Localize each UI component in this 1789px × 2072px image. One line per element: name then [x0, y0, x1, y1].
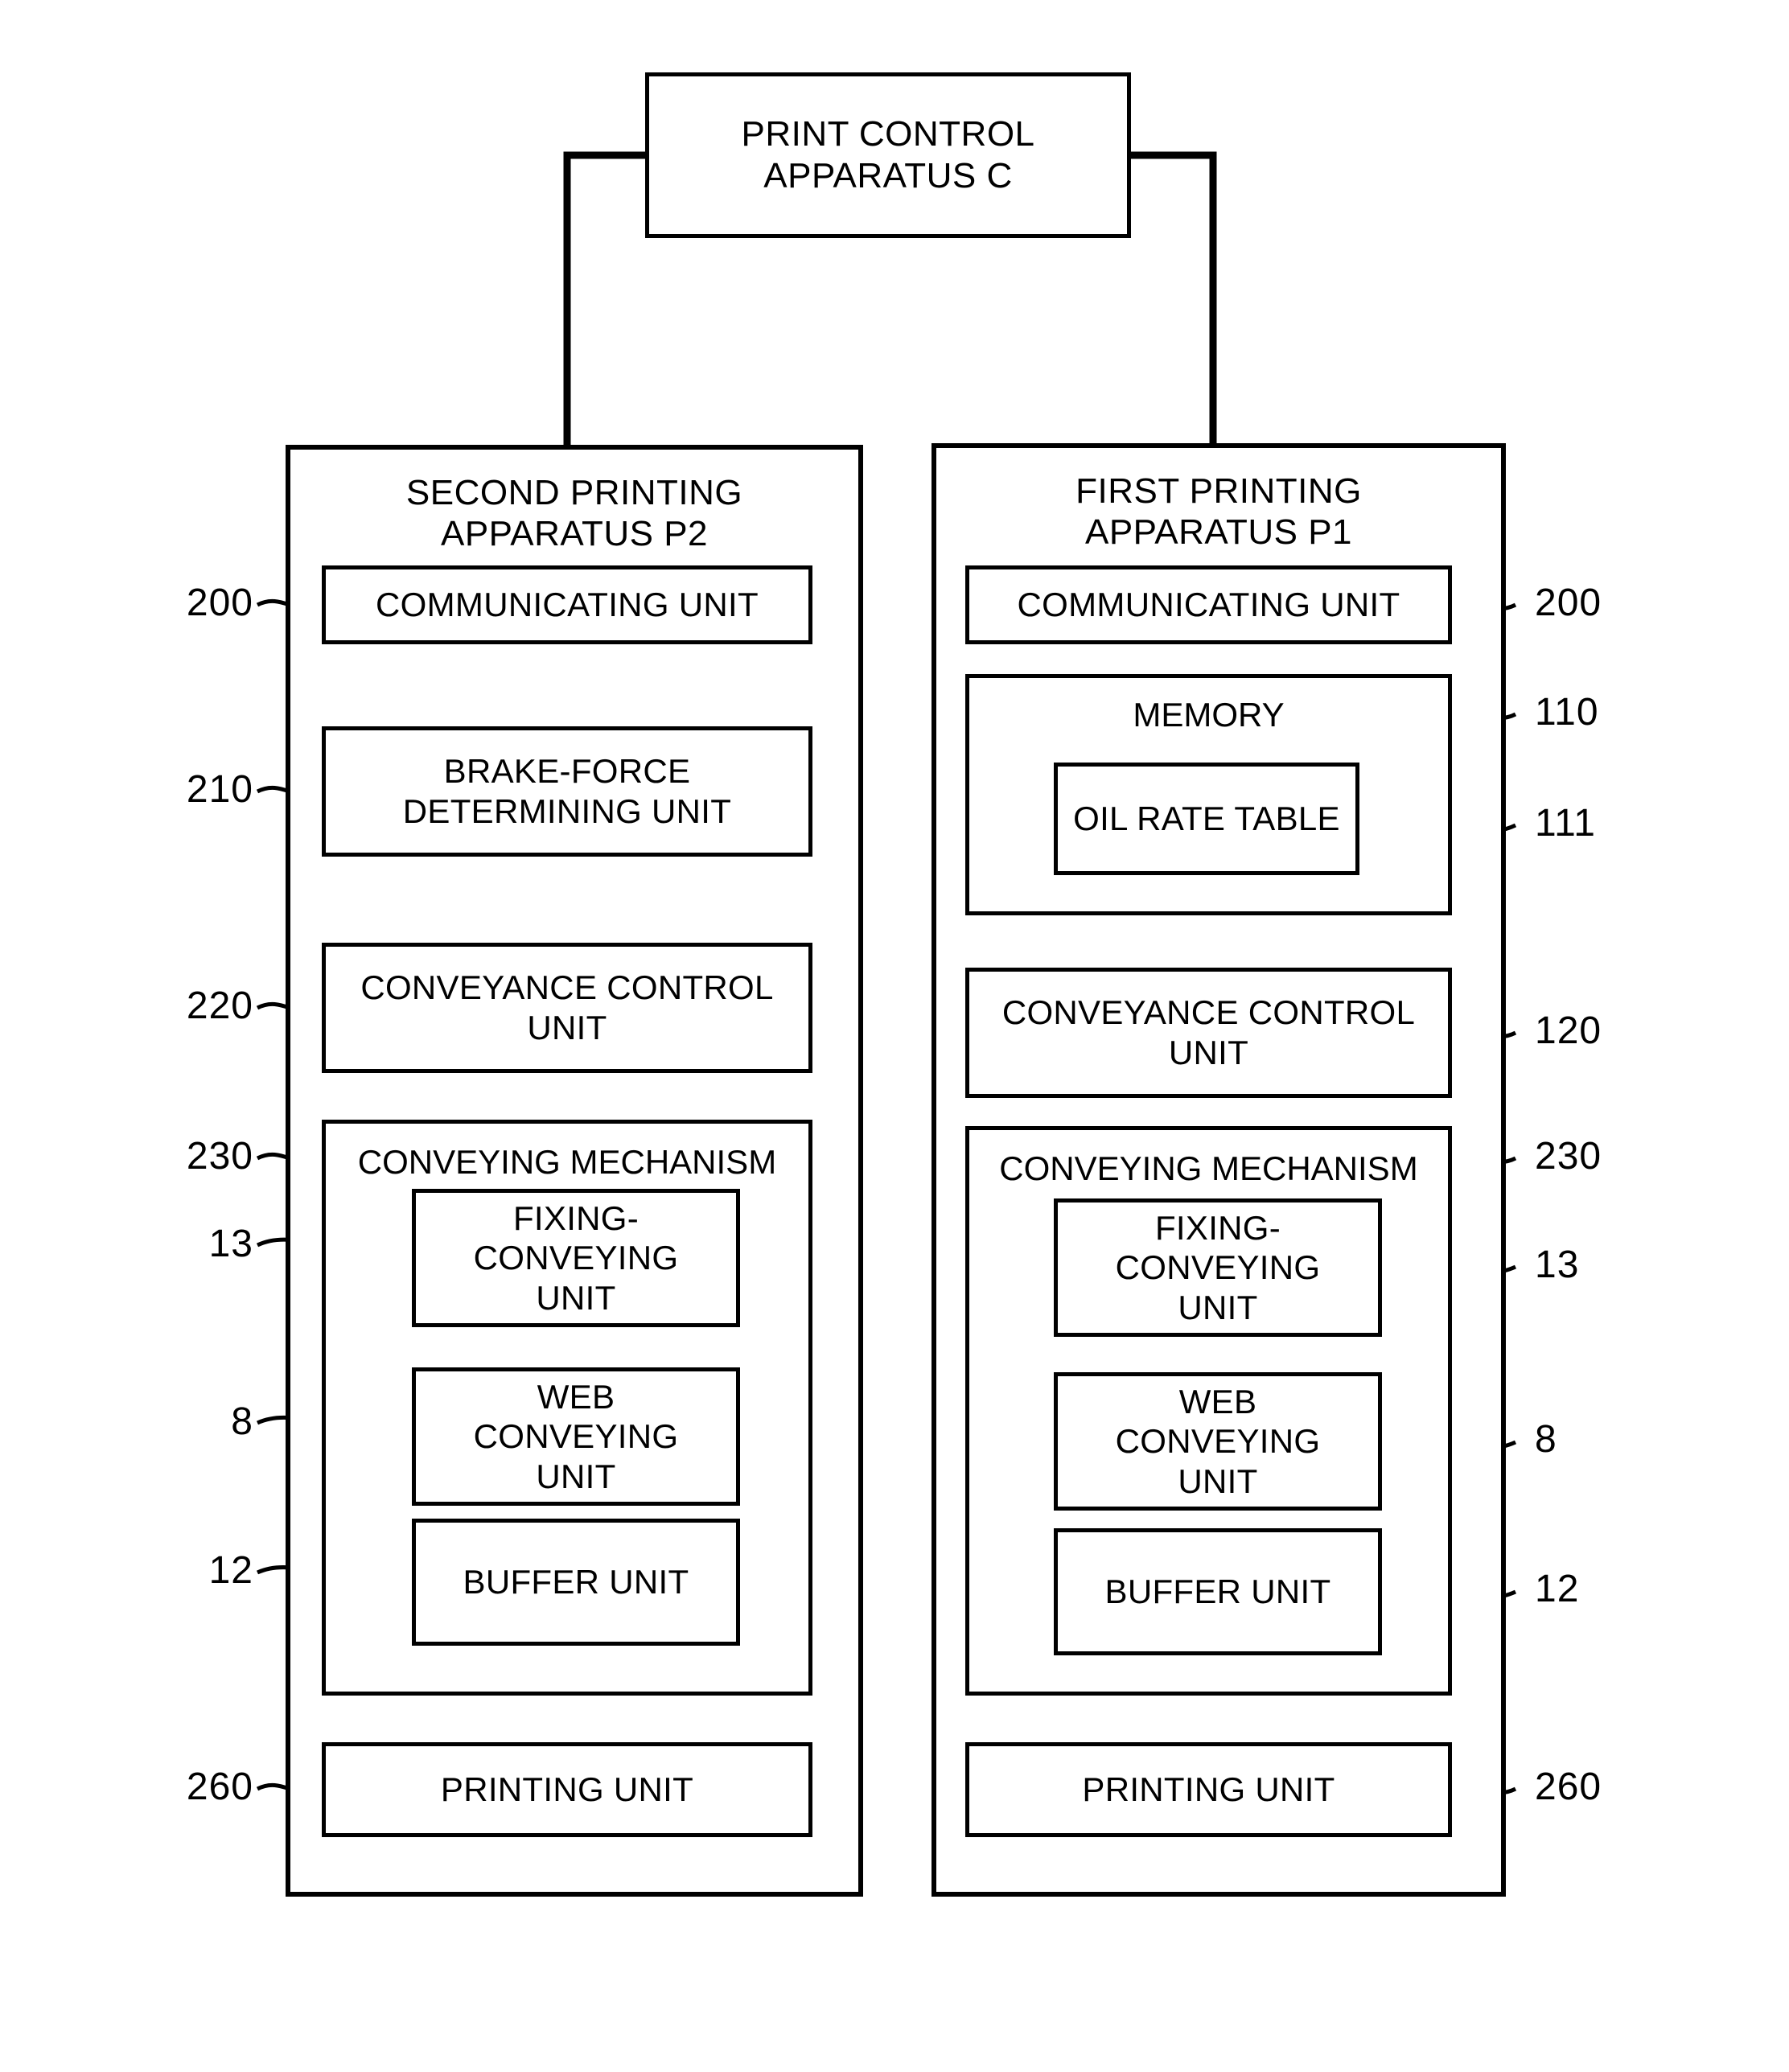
second-fixing-line2: CONVEYING — [473, 1239, 679, 1277]
first-printing-unit-box[interactable]: PRINTING UNIT — [965, 1742, 1452, 1837]
first-conveyance-line1: CONVEYANCE CONTROL — [1001, 993, 1416, 1032]
patent-figure: PRINT CONTROL APPARATUS C SECOND PRINTIN… — [0, 0, 1789, 2072]
ref-12-first: 12 — [1535, 1568, 1580, 1610]
ref-200-first: 200 — [1535, 582, 1602, 624]
first-conveyance-line2: UNIT — [1168, 1034, 1249, 1071]
second-web-line2: CONVEYING — [473, 1417, 679, 1456]
ref-210-second: 210 — [186, 768, 253, 811]
ref-8-first: 8 — [1535, 1418, 1557, 1461]
first-web-line2: CONVEYING — [1115, 1422, 1321, 1461]
second-conveyance-control-unit-box[interactable]: CONVEYANCE CONTROL UNIT — [322, 943, 812, 1073]
second-communicating-unit-box[interactable]: COMMUNICATING UNIT — [322, 565, 812, 644]
panel-first-printing-apparatus-title: FIRST PRINTING APPARATUS P1 — [936, 471, 1501, 553]
connector-top-to-second-apparatus — [563, 151, 645, 447]
second-fixing-line3: UNIT — [536, 1278, 616, 1317]
first-fixing-line3: UNIT — [1178, 1288, 1258, 1326]
ref-260-second: 260 — [186, 1766, 253, 1808]
second-fixing-line1: FIXING- — [512, 1198, 640, 1237]
panel-title-line1: SECOND PRINTING — [405, 473, 743, 512]
second-web-line3: UNIT — [536, 1457, 616, 1495]
second-conveying-mechanism-label: CONVEYING MECHANISM — [357, 1143, 777, 1181]
first-web-line1: WEB — [1178, 1382, 1257, 1420]
ref-13-first: 13 — [1535, 1244, 1580, 1286]
ref-13-second: 13 — [208, 1223, 253, 1265]
first-buffer-unit-box[interactable]: BUFFER UNIT — [1054, 1528, 1382, 1655]
second-fixing-conveying-unit-box[interactable]: FIXING- CONVEYING UNIT — [412, 1189, 740, 1327]
brake-force-line2: DETERMINING UNIT — [402, 792, 732, 830]
second-conveyance-line1: CONVEYANCE CONTROL — [360, 968, 774, 1007]
connector-lines — [256, 151, 1517, 1795]
second-communicating-unit-label: COMMUNICATING UNIT — [376, 586, 759, 624]
ref-230-first: 230 — [1535, 1135, 1602, 1178]
ref-260-first: 260 — [1535, 1766, 1602, 1808]
oil-rate-table-box[interactable]: OIL RATE TABLE — [1054, 763, 1359, 875]
panel-second-printing-apparatus-title: SECOND PRINTING APPARATUS P2 — [290, 472, 858, 554]
second-buffer-unit-label: BUFFER UNIT — [463, 1563, 689, 1601]
first-web-conveying-unit-box[interactable]: WEB CONVEYING UNIT — [1054, 1372, 1382, 1511]
second-printing-unit-label: PRINTING UNIT — [440, 1770, 694, 1809]
print-control-apparatus-line2: APPARATUS C — [763, 156, 1013, 195]
first-web-line3: UNIT — [1178, 1462, 1258, 1500]
first-fixing-conveying-unit-box[interactable]: FIXING- CONVEYING UNIT — [1054, 1198, 1382, 1337]
second-printing-unit-box[interactable]: PRINTING UNIT — [322, 1742, 812, 1837]
panel-title-line2: APPARATUS P1 — [1084, 512, 1353, 553]
panel-title-line1: FIRST PRINTING — [1075, 471, 1362, 511]
second-buffer-unit-box[interactable]: BUFFER UNIT — [412, 1519, 740, 1646]
first-conveyance-control-unit-box[interactable]: CONVEYANCE CONTROL UNIT — [965, 968, 1452, 1098]
ref-200-second: 200 — [186, 582, 253, 624]
panel-title-line2: APPARATUS P2 — [440, 514, 709, 554]
print-control-apparatus-box[interactable]: PRINT CONTROL APPARATUS C — [645, 72, 1131, 238]
memory-label: MEMORY — [1133, 696, 1285, 734]
first-conveying-mechanism-label: CONVEYING MECHANISM — [999, 1149, 1418, 1187]
first-communicating-unit-label: COMMUNICATING UNIT — [1017, 586, 1400, 624]
second-conveyance-line2: UNIT — [527, 1009, 607, 1046]
brake-force-determining-unit-box[interactable]: BRAKE-FORCE DETERMINING UNIT — [322, 726, 812, 857]
first-communicating-unit-box[interactable]: COMMUNICATING UNIT — [965, 565, 1452, 644]
ref-220-second: 220 — [186, 985, 253, 1027]
ref-8-second: 8 — [231, 1400, 253, 1443]
print-control-apparatus-line1: PRINT CONTROL — [741, 114, 1035, 154]
connector-top-to-first-apparatus — [1130, 151, 1217, 446]
first-buffer-unit-label: BUFFER UNIT — [1104, 1572, 1331, 1611]
second-web-line1: WEB — [537, 1377, 615, 1416]
first-printing-unit-label: PRINTING UNIT — [1082, 1770, 1335, 1809]
ref-111-first: 111 — [1535, 802, 1596, 845]
ref-110-first: 110 — [1535, 691, 1599, 734]
brake-force-line1: BRAKE-FORCE — [443, 752, 691, 791]
first-fixing-line2: CONVEYING — [1115, 1248, 1321, 1287]
second-web-conveying-unit-box[interactable]: WEB CONVEYING UNIT — [412, 1367, 740, 1506]
ref-230-second: 230 — [186, 1135, 253, 1178]
oil-rate-table-label: OIL RATE TABLE — [1073, 800, 1340, 838]
ref-12-second: 12 — [208, 1549, 253, 1592]
ref-120-first: 120 — [1535, 1009, 1602, 1052]
first-fixing-line1: FIXING- — [1154, 1208, 1281, 1247]
